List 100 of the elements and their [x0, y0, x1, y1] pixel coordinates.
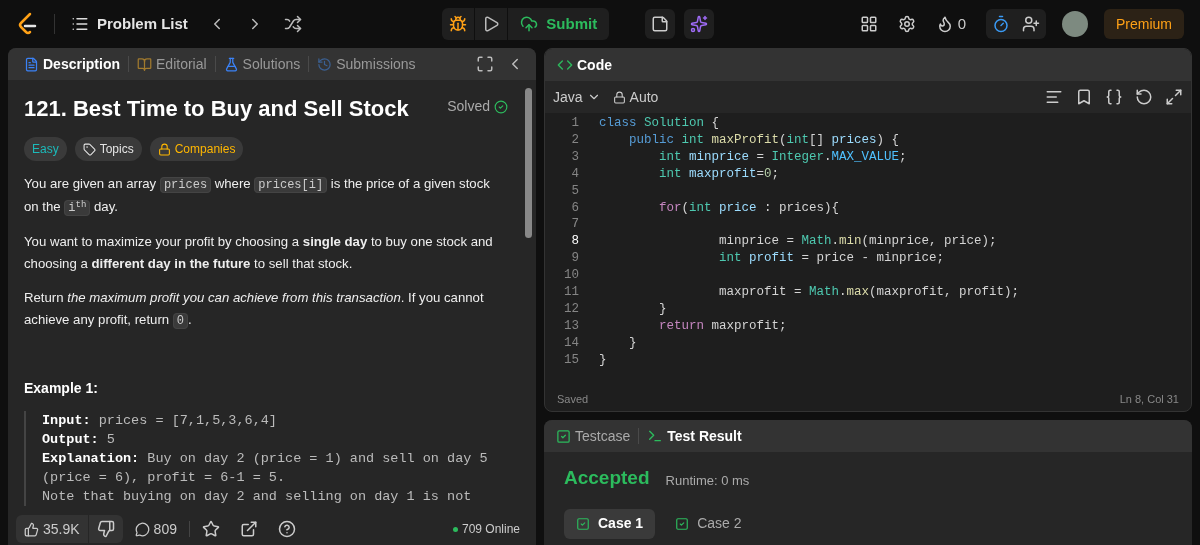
line-number: 12 — [563, 300, 580, 318]
user-plus-icon — [1022, 15, 1040, 33]
check-icon — [494, 99, 508, 114]
line-number: 7 — [570, 216, 580, 234]
description-paragraph: You are given an array prices where prices[i] is the price of a given stock on the i$^{th}$ day. — [24, 175, 491, 218]
code-line: int maxprofit=0; — [658, 165, 780, 183]
solved-status: Solved — [447, 96, 508, 117]
problem-list-link[interactable]: Problem List — [97, 12, 188, 36]
save-status: Saved — [557, 391, 589, 407]
code-line: int profit = price - minprice; — [718, 250, 945, 268]
check-icon — [576, 516, 590, 531]
result-tab[interactable]: Test Result — [647, 425, 742, 447]
avatar[interactable] — [1062, 11, 1088, 37]
code-panel-title: Code — [577, 55, 612, 75]
panel-tab[interactable]: Description — [20, 53, 124, 75]
shuffle-icon[interactable] — [283, 15, 302, 33]
line-number: 3 — [570, 148, 580, 166]
runtime: Runtime: 0 ms — [665, 472, 750, 490]
logo-icon[interactable] — [16, 12, 38, 36]
problem-title: 121. Best Time to Buy and Sell Stock — [24, 95, 409, 123]
line-number: 6 — [570, 199, 580, 217]
sparkle-button[interactable] — [684, 9, 714, 39]
code-line: minprice = Math.min(minprice, price); — [718, 233, 997, 251]
code-line: public int maxProfit(int[] prices) { — [628, 131, 900, 149]
example-line: Explanation: Buy on day 2 (price = 1) and sell on day 5 (price = 6), profit = 6-1 = 5. — [42, 450, 489, 487]
case-tab[interactable]: Case 1 — [564, 508, 656, 539]
play-icon — [482, 15, 501, 33]
document-icon — [24, 56, 39, 72]
history-icon — [317, 56, 333, 72]
code-line: class Solution { — [599, 115, 720, 132]
comments-button[interactable]: 809 — [134, 518, 177, 540]
premium-button[interactable]: Premium — [1104, 9, 1184, 39]
star-icon[interactable] — [201, 520, 220, 538]
line-number: 1 — [570, 115, 580, 132]
settings-icon[interactable] — [897, 15, 916, 33]
lock-icon — [157, 142, 171, 156]
checkbox-icon — [556, 428, 571, 444]
line-number: 9 — [570, 250, 580, 268]
verdict: Accepted — [564, 466, 650, 490]
code-line: int minprice = Integer.MAX_VALUE; — [658, 148, 907, 166]
case-tab[interactable]: Case 2 — [663, 508, 754, 539]
panel-tab[interactable]: Solutions — [219, 53, 305, 75]
braces-icon[interactable] — [1105, 88, 1123, 106]
example-line: Input: prices = [7,1,5,3,6,4] — [42, 412, 278, 430]
panel-tab[interactable]: Submissions — [313, 53, 420, 75]
note-icon — [651, 15, 669, 33]
code-icon — [557, 57, 573, 73]
code-line: for(int price : prices){ — [658, 199, 840, 217]
line-number: 14 — [563, 334, 580, 352]
thumbs-down-icon — [96, 520, 115, 538]
book-icon — [137, 56, 152, 72]
check-icon — [675, 516, 690, 531]
description-paragraph: Return the maximum profit you can achieve from this transaction. If you cannot achieve any profit, return 0 . — [24, 289, 485, 331]
example-line: Note that buying on day 2 and selling on day 1 is not — [42, 488, 473, 506]
reset-icon[interactable] — [1135, 88, 1153, 106]
note-button[interactable] — [645, 9, 675, 39]
example-line: Output: 5 — [42, 431, 116, 449]
code-line: return maxprofit; — [658, 317, 787, 335]
tag-chip[interactable]: Easy — [24, 137, 67, 161]
line-number: 4 — [570, 165, 580, 183]
sparkle-icon — [690, 15, 708, 33]
list-icon[interactable] — [71, 15, 89, 33]
share-icon[interactable] — [239, 520, 258, 538]
comment-icon — [134, 521, 150, 537]
code-line: maxprofit = Math.max(maxprofit, profit); — [718, 284, 1020, 301]
cloud-upload-icon — [520, 15, 539, 33]
expand-icon[interactable] — [1165, 88, 1183, 106]
panel-tab[interactable]: Editorial — [133, 53, 211, 75]
bug-icon — [449, 15, 468, 33]
help-icon[interactable] — [277, 520, 296, 538]
code-line: } — [599, 351, 607, 369]
stopwatch-icon — [992, 15, 1010, 33]
thumbs-up-icon — [24, 521, 39, 537]
code-line: } — [628, 334, 637, 352]
example-title: Example 1: — [24, 379, 99, 398]
streak-button[interactable]: 0 — [935, 12, 966, 36]
align-left-icon[interactable] — [1045, 88, 1063, 106]
line-number: 10 — [563, 267, 580, 285]
line-number: 8 — [570, 233, 580, 251]
fullscreen-icon[interactable] — [476, 55, 494, 73]
tag-chip[interactable]: Topics — [74, 137, 142, 161]
terminal-icon — [647, 428, 664, 444]
line-number: 15 — [563, 351, 580, 369]
line-number: 2 — [570, 131, 580, 149]
code-line: } — [658, 300, 667, 318]
cursor-position: Ln 8, Col 31 — [1119, 391, 1179, 407]
line-number: 5 — [570, 182, 580, 200]
tag-chip[interactable]: Companies — [149, 137, 244, 161]
layout-icon[interactable] — [859, 15, 878, 33]
language-select[interactable]: Java — [553, 86, 601, 108]
tag-icon — [82, 142, 96, 156]
description-paragraph: You want to maximize your profit by choosing a single day to buy one stock and choosing a different day in the future to sell that stock. — [24, 233, 494, 273]
result-tab[interactable]: Testcase — [556, 425, 631, 447]
line-number: 11 — [563, 284, 580, 301]
line-number: 13 — [563, 317, 580, 335]
online-status: 709 Online — [452, 520, 520, 538]
lock-icon — [612, 90, 626, 104]
bookmark-icon[interactable] — [1075, 88, 1093, 106]
flask-icon — [223, 56, 239, 72]
auto-mode[interactable]: Auto — [612, 86, 659, 108]
